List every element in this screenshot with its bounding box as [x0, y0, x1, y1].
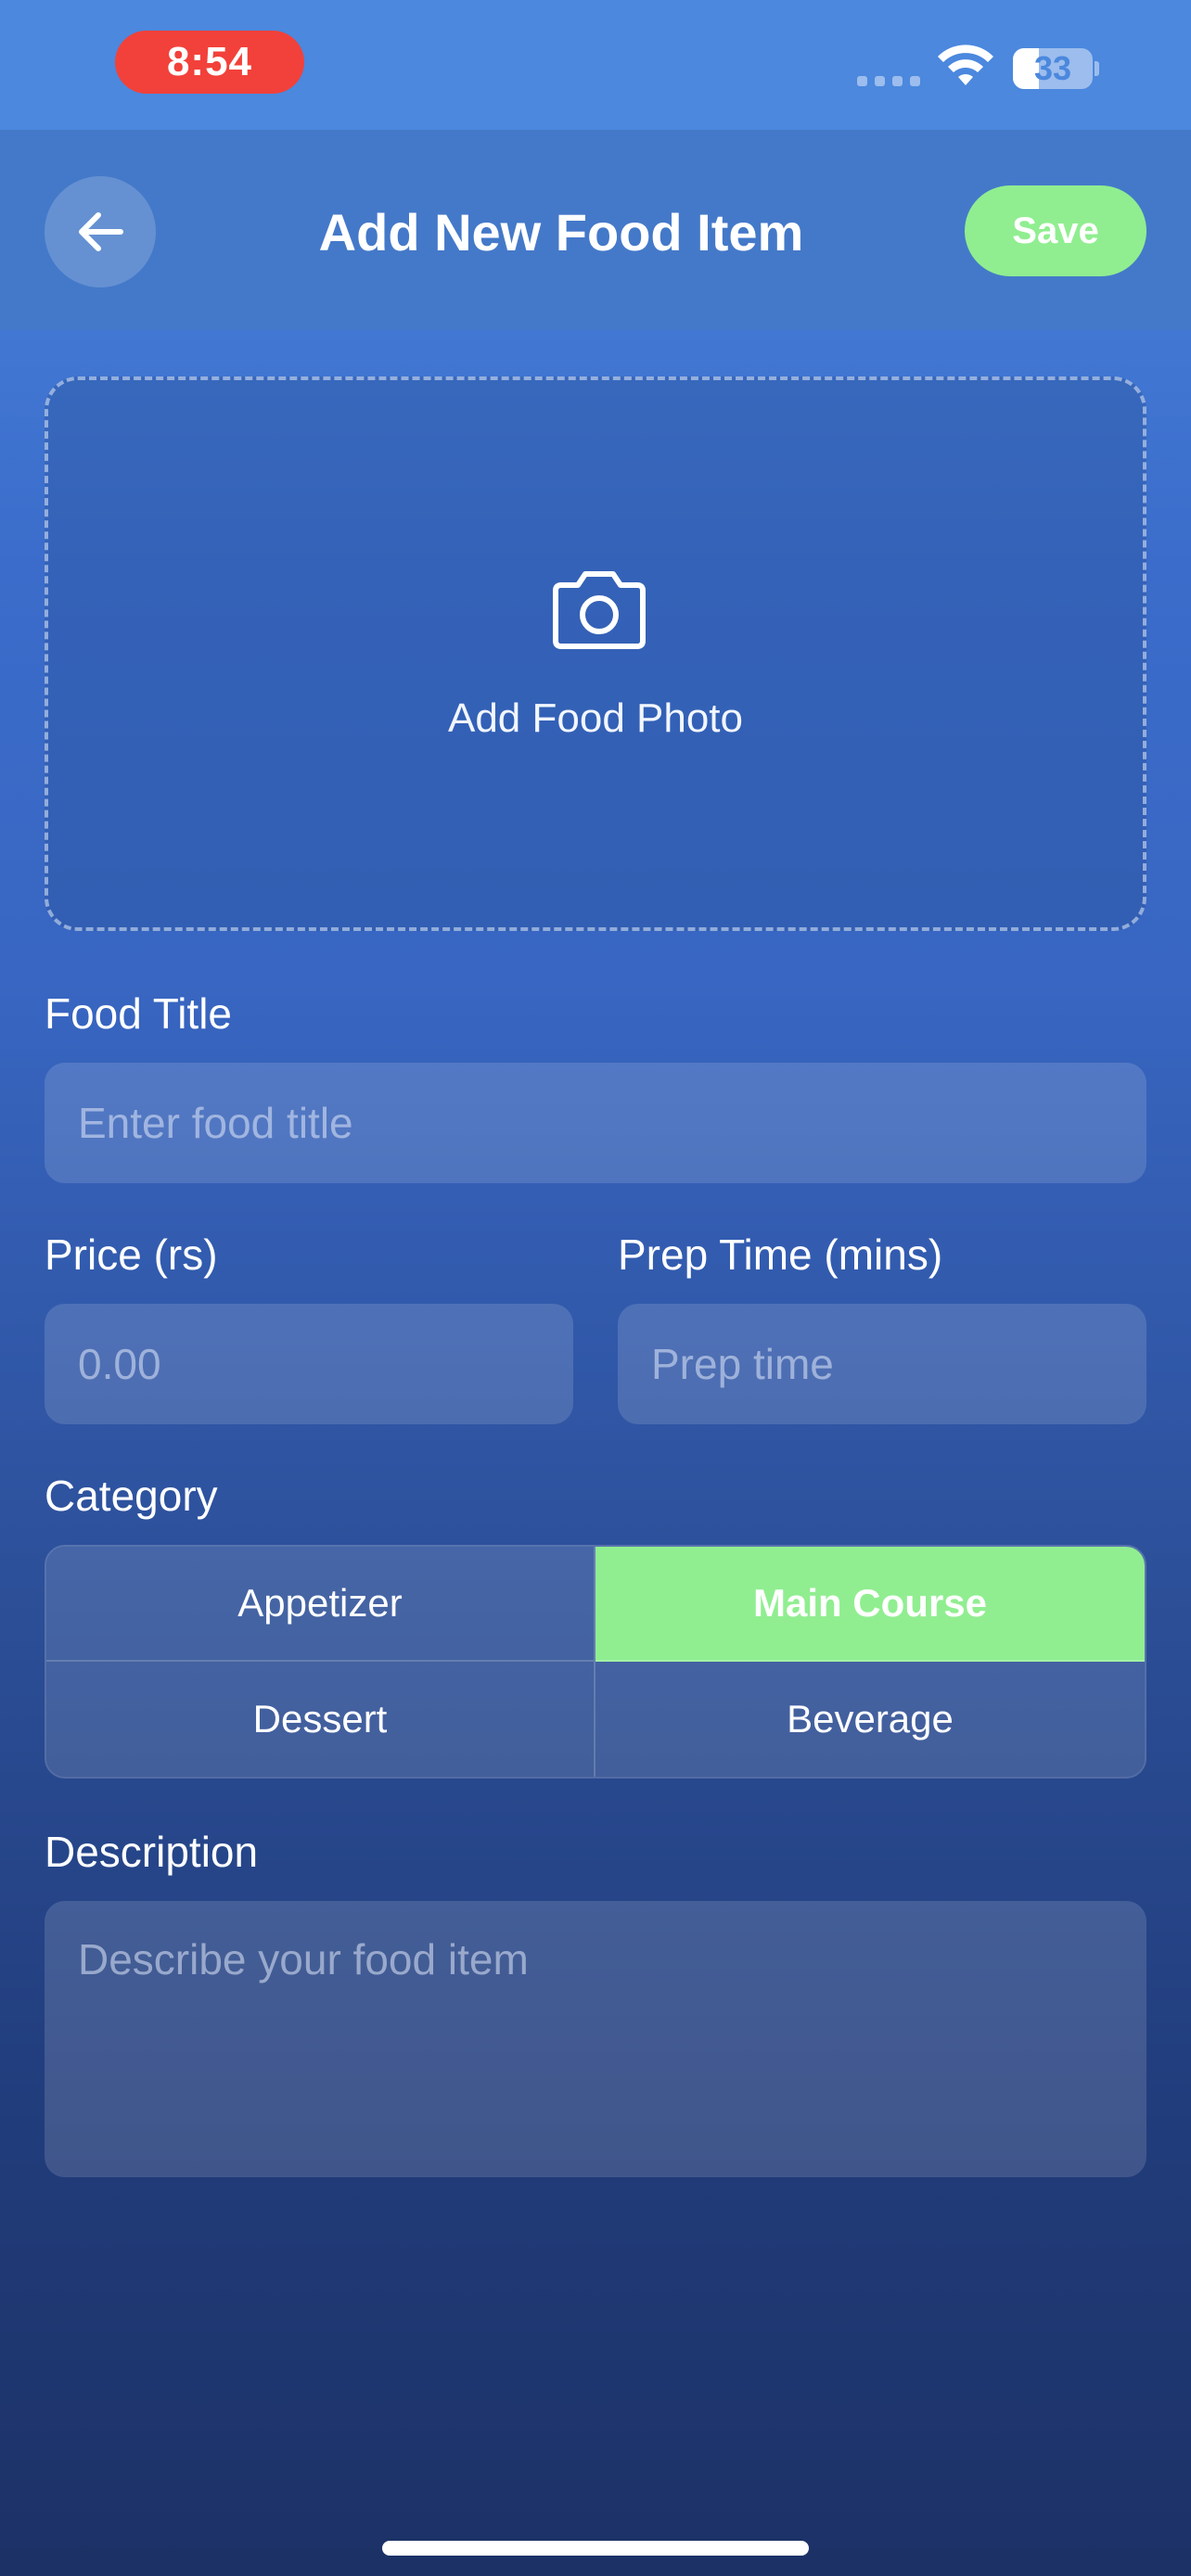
add-photo-label: Add Food Photo [447, 695, 743, 741]
save-button[interactable]: Save [965, 185, 1146, 276]
battery-icon: 33 [1013, 48, 1099, 89]
home-indicator[interactable] [382, 2541, 809, 2556]
back-button[interactable] [45, 176, 156, 287]
prep-time-label: Prep Time (mins) [618, 1231, 943, 1279]
category-option-beverage[interactable]: Beverage [596, 1662, 1145, 1777]
price-label: Price (rs) [45, 1231, 218, 1279]
camera-icon [553, 571, 646, 649]
prep-time-input[interactable]: Prep time [618, 1304, 1146, 1424]
description-label: Description [45, 1828, 259, 1876]
description-textarea[interactable]: Describe your food item [45, 1901, 1146, 2177]
category-option-appetizer[interactable]: Appetizer [46, 1547, 596, 1662]
header-bar: Add New Food Item Save [0, 130, 1191, 330]
wifi-icon [938, 45, 993, 85]
cellular-signal-icon [857, 76, 920, 86]
status-time: 8:54 [115, 31, 304, 94]
arrow-left-icon [79, 212, 123, 251]
status-bar: 8:54 33 [0, 0, 1191, 130]
category-selector: Appetizer Main Course Dessert Beverage [45, 1545, 1146, 1779]
food-title-input[interactable]: Enter food title [45, 1063, 1146, 1183]
food-title-label: Food Title [45, 989, 232, 1038]
category-label: Category [45, 1472, 218, 1520]
page-title: Add New Food Item [318, 202, 804, 261]
price-input[interactable]: 0.00 [45, 1304, 573, 1424]
battery-level: 33 [1033, 49, 1072, 87]
category-option-dessert[interactable]: Dessert [46, 1662, 596, 1777]
add-photo-dropzone[interactable]: Add Food Photo [45, 376, 1146, 931]
category-option-main-course[interactable]: Main Course [596, 1547, 1145, 1662]
